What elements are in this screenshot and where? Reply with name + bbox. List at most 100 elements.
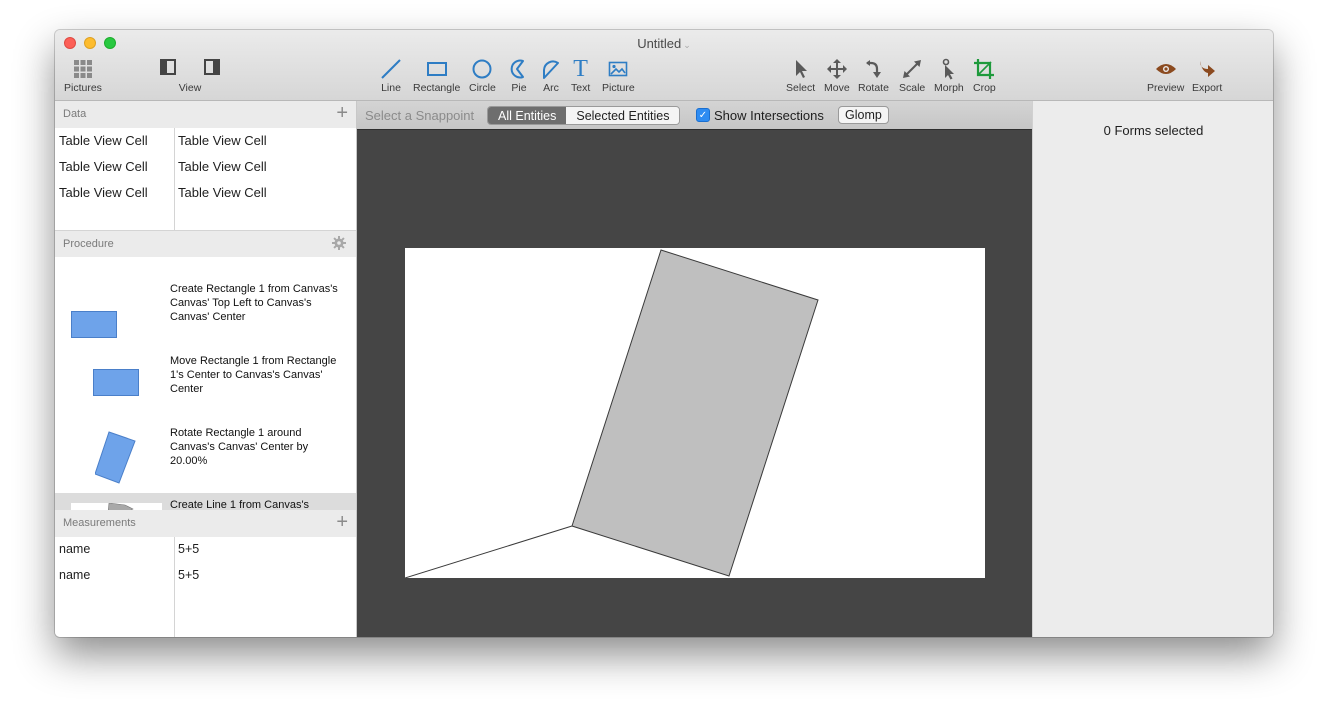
right-sidebar-toggle-icon[interactable] — [204, 58, 220, 80]
crop-icon — [974, 57, 995, 81]
toolbar: Untitled ⌄ Pictures View Line Rectangle … — [55, 30, 1273, 101]
canvas-area: Select a Snappoint All Entities Selected… — [357, 101, 1032, 637]
window-title-text: Untitled — [637, 36, 682, 51]
procedure-step-selected[interactable]: Create Line 1 from Canvas's — [55, 493, 356, 510]
table-cell[interactable]: Table View Cell — [59, 159, 148, 174]
procedure-step[interactable]: Create Rectangle 1 from Canvas's Canvas'… — [55, 277, 356, 349]
tool-text[interactable]: T Text — [571, 57, 590, 94]
tool-rotate[interactable]: Rotate — [858, 57, 889, 94]
tool-morph[interactable]: Morph — [934, 57, 964, 94]
gear-icon[interactable] — [332, 236, 346, 255]
rotated-rectangle-shape[interactable] — [571, 249, 819, 577]
rectangle-thumbnail — [93, 369, 139, 396]
tool-scale[interactable]: Scale — [899, 57, 925, 94]
arc-icon — [540, 57, 562, 81]
selected-entities-option[interactable]: Selected Entities — [566, 107, 680, 124]
rectangle-thumbnail — [71, 311, 117, 338]
tool-label: Circle — [469, 82, 496, 94]
procedure-section-header: Procedure — [55, 230, 356, 257]
scale-icon — [901, 57, 923, 81]
measurements-section-header: Measurements + — [55, 510, 356, 537]
rotate-icon — [864, 57, 882, 81]
left-sidebar-toggle-icon[interactable] — [160, 58, 176, 80]
chevron-down-icon: ⌄ — [683, 40, 691, 50]
measurement-value[interactable]: 5+5 — [178, 542, 199, 556]
tool-label: Select — [786, 82, 816, 94]
tool-line[interactable]: Line — [380, 57, 402, 94]
selection-status: 0 Forms selected — [1103, 123, 1204, 138]
tool-crop[interactable]: Crop — [973, 57, 996, 94]
tool-select[interactable]: Select — [786, 57, 815, 94]
add-data-button[interactable]: + — [336, 103, 348, 123]
preview-button[interactable]: Preview — [1147, 57, 1184, 94]
measurements-section-title: Measurements — [63, 517, 136, 529]
snappoint-bar: Select a Snappoint All Entities Selected… — [357, 101, 1032, 130]
eye-icon — [1155, 57, 1177, 81]
add-measurement-button[interactable]: + — [336, 512, 348, 532]
tool-label: Picture — [602, 82, 635, 94]
rectangle-icon — [426, 57, 448, 81]
grid-icon — [73, 57, 92, 81]
pictures-button[interactable]: Pictures — [64, 57, 102, 94]
column-divider — [174, 128, 175, 230]
tool-picture[interactable]: Picture — [602, 57, 635, 94]
app-window: Untitled ⌄ Pictures View Line Rectangle … — [55, 30, 1273, 637]
tool-label: Move — [824, 82, 850, 94]
procedure-step-text: Move Rectangle 1 from Rectangle 1's Cent… — [170, 355, 337, 395]
data-section-title: Data — [63, 108, 87, 120]
show-intersections-label[interactable]: Show Intersections — [714, 108, 824, 123]
table-cell[interactable]: Table View Cell — [59, 185, 148, 200]
measurement-name[interactable]: name — [59, 542, 90, 556]
view-group: View — [159, 57, 221, 94]
tool-move[interactable]: Move — [824, 57, 850, 94]
tool-arc[interactable]: Arc — [540, 57, 562, 94]
artboard[interactable] — [404, 248, 985, 579]
tool-label: Pie — [511, 82, 527, 94]
glomp-button[interactable]: Glomp — [838, 106, 889, 124]
measurement-name[interactable]: name — [59, 568, 90, 582]
data-section-header: Data + — [55, 101, 356, 128]
procedure-step[interactable]: Move Rectangle 1 from Rectangle 1's Cent… — [55, 349, 356, 421]
table-cell[interactable]: Table View Cell — [178, 133, 267, 148]
table-cell[interactable]: Table View Cell — [59, 133, 148, 148]
tool-label: Text — [571, 82, 591, 94]
line-icon — [380, 57, 402, 81]
procedure-list: Create Rectangle 1 from Canvas's Canvas'… — [55, 257, 356, 510]
table-cell[interactable]: Table View Cell — [178, 159, 267, 174]
window-title[interactable]: Untitled ⌄ — [55, 36, 1273, 51]
pie-icon — [509, 57, 529, 81]
procedure-step-text: Create Rectangle 1 from Canvas's Canvas'… — [170, 283, 338, 323]
export-button[interactable]: Export — [1192, 57, 1222, 94]
rotated-rectangle-thumbnail — [95, 431, 136, 484]
procedure-section-title: Procedure — [63, 238, 114, 250]
tool-label: Line — [381, 82, 401, 94]
column-divider — [174, 537, 175, 637]
show-intersections-checkbox[interactable]: ✓ — [696, 108, 710, 122]
procedure-step-text: Rotate Rectangle 1 around Canvas's Canva… — [170, 427, 309, 467]
entity-filter-segmented-control[interactable]: All Entities Selected Entities — [487, 106, 681, 125]
procedure-step-text: Create Line 1 from Canvas's — [170, 499, 310, 510]
measurement-value[interactable]: 5+5 — [178, 568, 199, 582]
preview-label: Preview — [1147, 82, 1185, 94]
tool-label: Rotate — [858, 82, 889, 94]
tool-pie[interactable]: Pie — [509, 57, 529, 94]
tool-circle[interactable]: Circle — [469, 57, 496, 94]
morph-icon — [941, 57, 957, 81]
circle-icon — [471, 57, 493, 81]
tool-label: Arc — [543, 82, 559, 94]
artboard-drawing — [404, 249, 819, 579]
all-entities-option[interactable]: All Entities — [488, 107, 567, 124]
table-cell[interactable]: Table View Cell — [178, 185, 267, 200]
line-shape[interactable] — [404, 525, 573, 579]
picture-icon — [608, 57, 628, 81]
line-thumbnail — [71, 503, 162, 510]
tool-rectangle[interactable]: Rectangle — [413, 57, 460, 94]
inspector-panel: 0 Forms selected — [1032, 101, 1273, 637]
pictures-label: Pictures — [64, 82, 102, 94]
left-sidebar: Data + Table View Cell Table View Cell T… — [55, 101, 357, 637]
procedure-step[interactable]: Rotate Rectangle 1 around Canvas's Canva… — [55, 421, 356, 501]
export-label: Export — [1192, 82, 1223, 94]
tool-label: Morph — [934, 82, 964, 94]
export-arrow-icon — [1198, 57, 1216, 81]
text-icon: T — [573, 56, 588, 82]
